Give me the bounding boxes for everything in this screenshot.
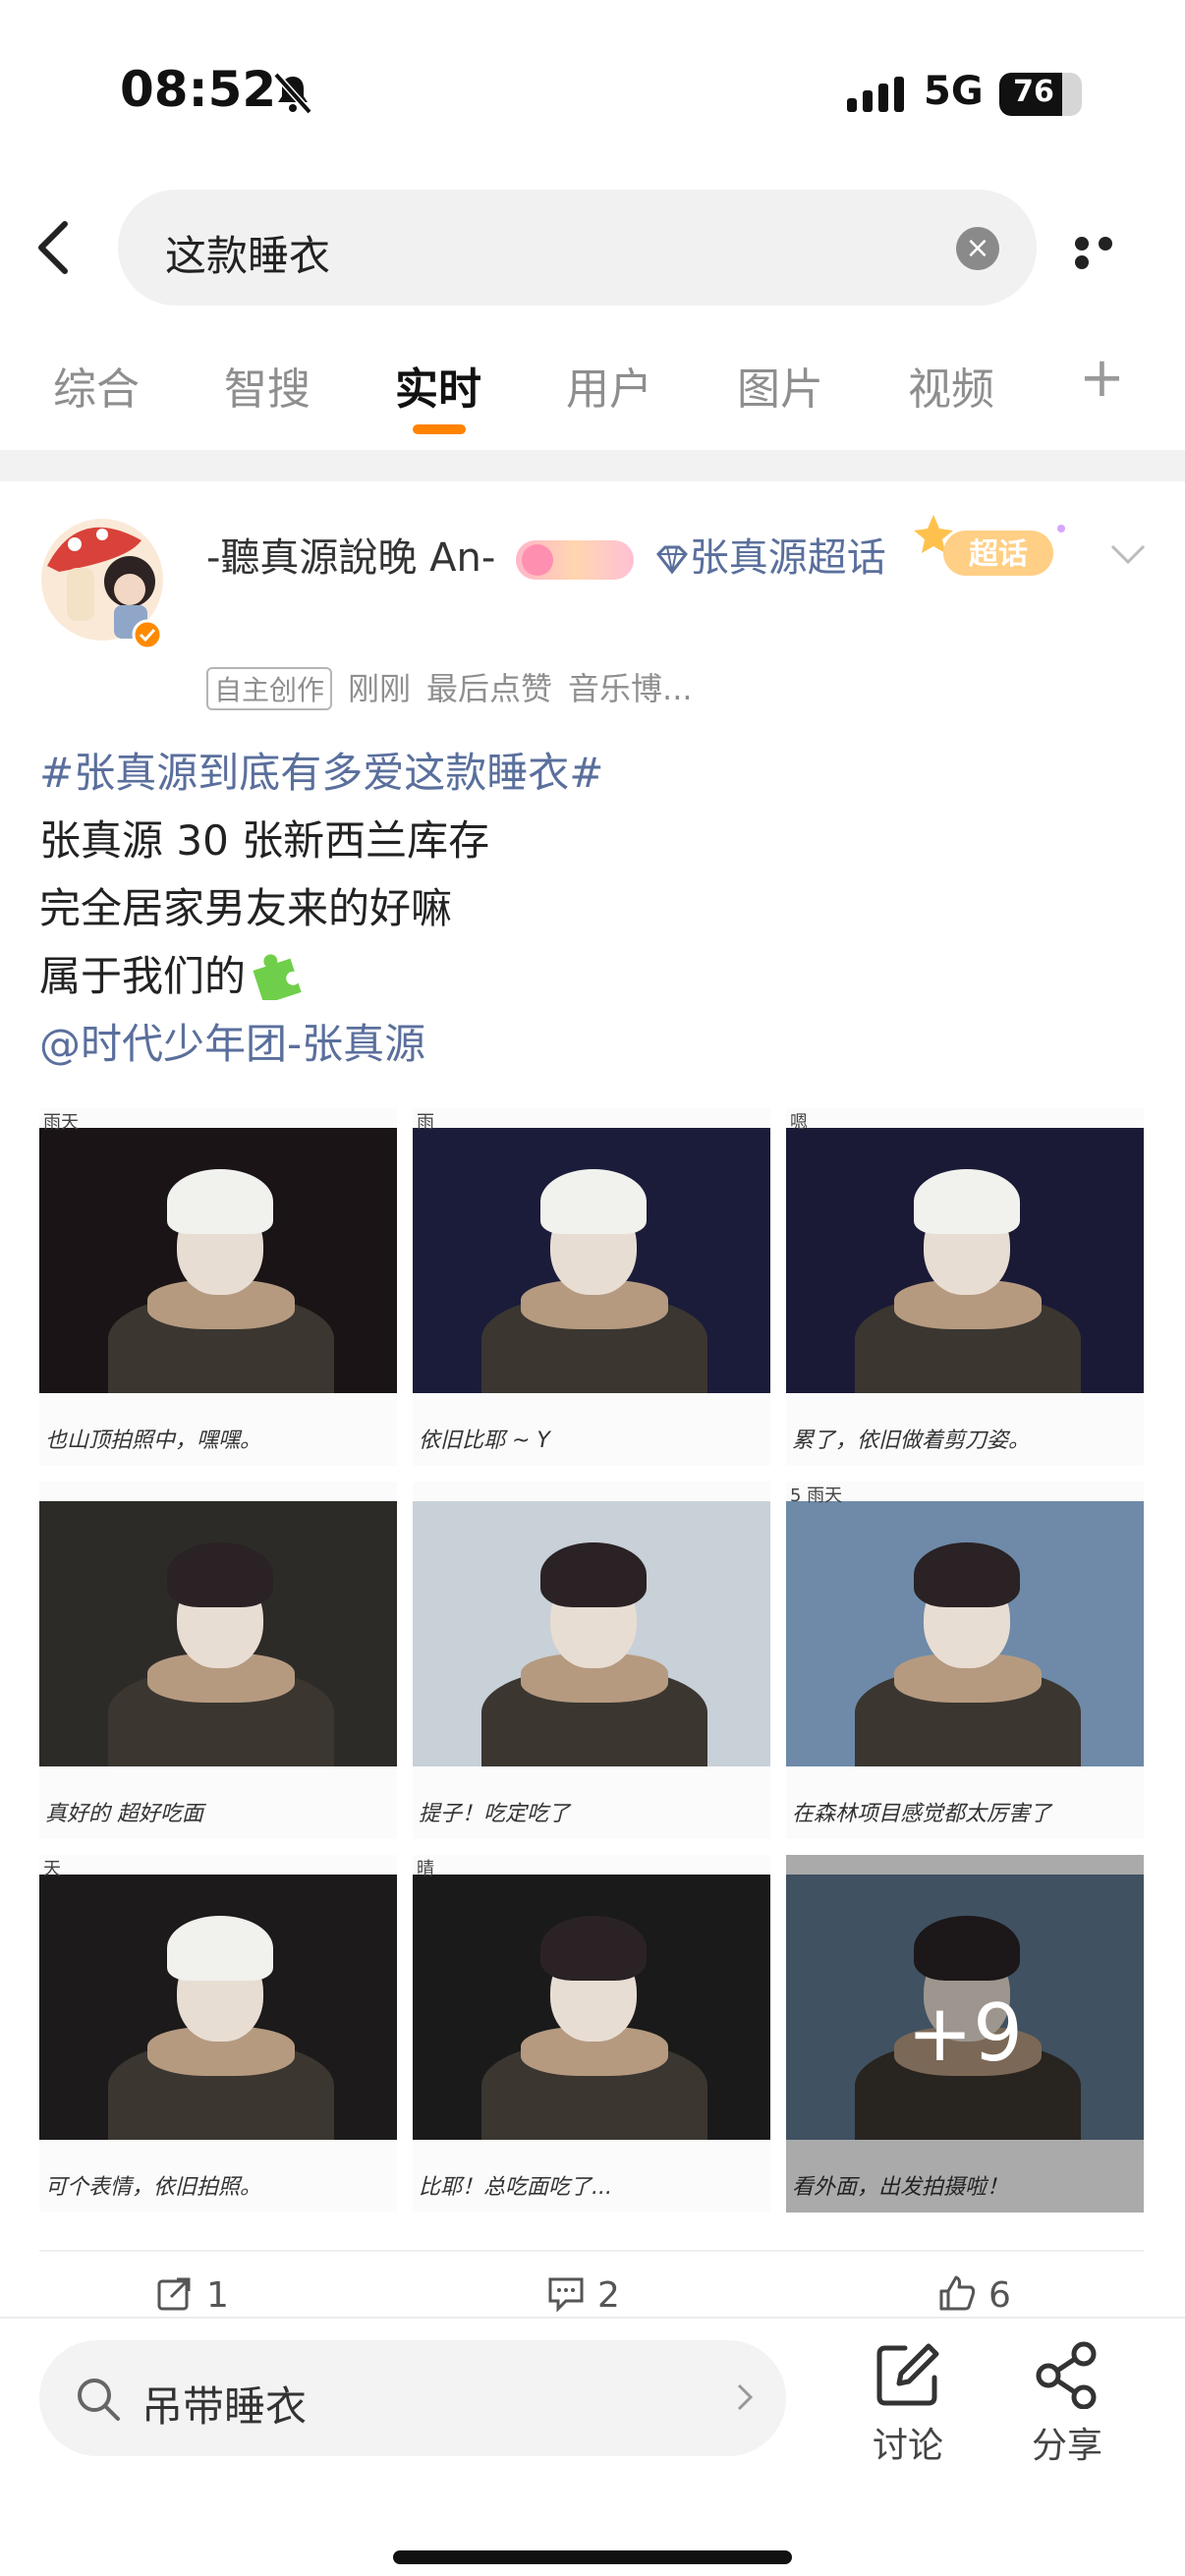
post-photo[interactable]: 雨依旧比耶 ~ Y (413, 1108, 770, 1466)
post-photo[interactable]: 嗯累了，依旧做着剪刀姿。 (786, 1108, 1144, 1466)
add-tab-button[interactable]: + (1079, 346, 1125, 410)
thumbs-up-icon (939, 2275, 976, 2311)
tab-images[interactable]: 图片 (737, 354, 823, 417)
photo-mark: 5 雨天 (790, 1485, 843, 1506)
edit-icon (876, 2343, 939, 2406)
tab-videos[interactable]: 视频 (908, 354, 994, 417)
more-photos-count[interactable]: +9 (786, 1855, 1144, 2212)
comment-icon (548, 2277, 584, 2313)
comment-button[interactable]: 2 (546, 2273, 620, 2316)
comment-count: 2 (597, 2275, 620, 2316)
share-button[interactable]: 分享 (1008, 2340, 1126, 2468)
search-icon (78, 2379, 120, 2421)
post-photo[interactable]: 提子！吃定吃了 (413, 1482, 770, 1839)
photo-caption: 也山顶拍照中，嘿嘿。 (45, 1428, 262, 1453)
network-type: 5G (924, 69, 984, 114)
avatar[interactable] (39, 511, 169, 650)
post-meta: 自主创作 刚刚 最后点赞 音乐博... (206, 664, 693, 710)
photo-figure (540, 1542, 647, 1607)
post-line-3: 属于我们的 (39, 952, 247, 1000)
post-photo[interactable]: 5 雨天在森林项目感觉都太厉害了 (786, 1482, 1144, 1839)
photo-mark: 嗯 (790, 1112, 808, 1133)
photo-caption: 在森林项目感觉都太厉害了 (792, 1802, 1052, 1826)
photo-mark: 天 (43, 1859, 61, 1879)
home-indicator (393, 2550, 792, 2564)
battery-icon: 76 (999, 73, 1082, 116)
share-label: 分享 (1031, 2426, 1102, 2466)
photo-figure (914, 1542, 1020, 1607)
like-count: 6 (988, 2275, 1011, 2316)
original-tag: 自主创作 (206, 667, 333, 710)
author-name[interactable]: -聽真源說晚 An- (206, 535, 495, 581)
post-photo[interactable]: 晴比耶！总吃面吃了... (413, 1855, 770, 2212)
related-search-bar[interactable]: 吊带睡衣 (39, 2340, 786, 2456)
bottom-bar: 吊带睡衣 讨论 分享 (0, 2317, 1185, 2576)
status-bar: 08:52 5G 76 (0, 0, 1185, 187)
supertopic-link[interactable]: 张真源超话 (690, 535, 886, 581)
more-icon[interactable] (1075, 236, 1144, 269)
photo-mark: 雨 (417, 1112, 434, 1133)
search-input[interactable]: 这款睡衣 × (118, 190, 1037, 306)
post-activity: 最后点赞 (426, 670, 553, 707)
fan-badge-icon (516, 540, 635, 580)
photo-caption: 比耶！总吃面吃了... (419, 2175, 612, 2200)
photo-caption: 真好的 超好吃面 (45, 1802, 203, 1826)
chevron-right-icon (737, 2383, 754, 2411)
tab-smart-search[interactable]: 智搜 (224, 354, 310, 417)
discuss-button[interactable]: 讨论 (849, 2340, 967, 2468)
photo-caption: 依旧比耶 ~ Y (419, 1428, 550, 1453)
photo-figure (167, 1169, 273, 1234)
post-author-line: -聽真源說晚 An- 张真源超话 (206, 527, 894, 589)
puzzle-emoji-icon (253, 954, 302, 1000)
supertopic-badge-icon[interactable]: 超话 (904, 509, 1071, 588)
post-mention-link[interactable]: @时代少年团-张真源 (39, 1010, 1140, 1078)
supertopic-badge-label: 超话 (969, 537, 1028, 572)
photo-grid: 雨天 也山顶拍照中，嘿嘿。雨依旧比耶 ~ Y 嗯累了，依旧做着剪刀姿。 真好的 超好吃… (39, 1108, 1144, 2212)
diamond-icon (655, 545, 688, 575)
photo-caption: 累了，依旧做着剪刀姿。 (792, 1428, 1031, 1453)
back-icon[interactable] (29, 218, 79, 277)
active-tab-indicator (413, 424, 466, 434)
tab-comprehensive[interactable]: 综合 (53, 354, 140, 417)
tab-realtime[interactable]: 实时 (395, 354, 481, 417)
filter-tabs: 综合 智搜 实时 用户 图片 视频 + (0, 346, 1185, 444)
photo-figure (167, 1916, 273, 1981)
post-photo[interactable]: 真好的 超好吃面 (39, 1482, 397, 1839)
section-divider (0, 450, 1185, 481)
clear-icon[interactable]: × (956, 227, 999, 270)
repost-count: 1 (206, 2275, 229, 2316)
chevron-down-icon[interactable] (1108, 538, 1148, 568)
photo-figure (914, 1169, 1020, 1234)
photo-caption: 提子！吃定吃了 (419, 1802, 571, 1826)
post-photo[interactable]: 看外面，出发拍摄啦！ +9 (786, 1855, 1144, 2212)
post-source[interactable]: 音乐博... (568, 670, 693, 707)
share-icon (1036, 2341, 1097, 2409)
discuss-label: 讨论 (872, 2426, 943, 2466)
battery-percent: 76 (1013, 75, 1054, 109)
photo-figure (167, 1542, 273, 1607)
signal-icon (847, 77, 904, 112)
repost-icon (157, 2277, 191, 2311)
post-time: 刚刚 (348, 670, 412, 707)
repost-button[interactable]: 1 (155, 2273, 229, 2316)
post-topic-link[interactable]: #张真源到底有多爱这款睡衣# (39, 739, 1140, 807)
photo-caption: 可个表情，依旧拍照。 (45, 2175, 262, 2200)
photo-mark: 晴 (417, 1859, 434, 1879)
photo-figure (540, 1169, 647, 1234)
post-photo[interactable]: 天可个表情，依旧拍照。 (39, 1855, 397, 2212)
search-query: 这款睡衣 (165, 232, 331, 280)
status-time: 08:52 (120, 61, 277, 118)
related-search-query: 吊带睡衣 (141, 2382, 308, 2431)
post-photo[interactable]: 雨天也山顶拍照中，嘿嘿。 (39, 1108, 397, 1466)
post-body: #张真源到底有多爱这款睡衣# 张真源 30 张新西兰库存 完全居家男友来的好嘛 … (39, 739, 1140, 1078)
tab-users[interactable]: 用户 (566, 354, 652, 417)
like-button[interactable]: 6 (937, 2273, 1011, 2316)
bell-muted-icon (273, 72, 312, 115)
photo-mark: 雨天 (43, 1112, 79, 1133)
post-line-1: 张真源 30 张新西兰库存 (39, 816, 490, 865)
post-divider (39, 2250, 1144, 2252)
photo-figure (540, 1916, 647, 1981)
post-line-2: 完全居家男友来的好嘛 (39, 884, 453, 932)
